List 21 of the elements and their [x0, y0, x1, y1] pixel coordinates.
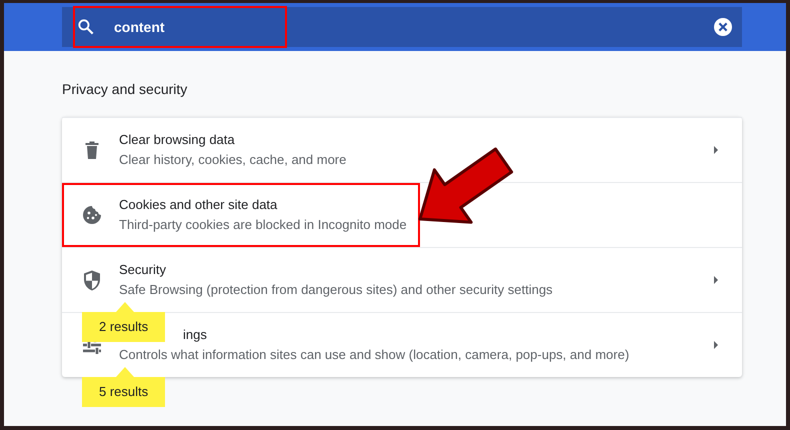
chevron-icon [714, 276, 718, 284]
row-subtitle: Safe Browsing (protection from dangerous sites) and other security settings [119, 281, 554, 299]
cookie-icon [82, 205, 102, 225]
row-subtitle: Third-party cookies are blocked in Incognito mode [119, 216, 408, 234]
row-title: ings [183, 326, 207, 344]
settings-row[interactable]: Cookies and other site data Third-party cookies are blocked in Incognito mode [62, 182, 742, 247]
row-title: Clear browsing data [119, 131, 236, 149]
row-title: Security [119, 261, 167, 279]
row-subtitle: Clear history, cookies, cache, and more [119, 151, 348, 169]
search-icon [76, 17, 96, 37]
clear-icon[interactable] [714, 18, 732, 36]
trash-icon [84, 140, 100, 160]
row-title: Cookies and other site data [119, 196, 278, 214]
search-field[interactable]: content [114, 16, 264, 38]
settings-row[interactable]: Security Safe Browsing (protection from dangerous sites) and other security settings [62, 247, 742, 312]
shield-icon [83, 270, 101, 290]
section-title: Privacy and security [62, 80, 188, 99]
settings-row[interactable]: Clear browsing data Clear history, cookies, cache, and more [62, 117, 742, 182]
chevron-icon [714, 341, 718, 349]
chevron-icon [714, 146, 718, 154]
row-subtitle: Controls what information sites can use and show (location, camera, pop-ups, and more) [119, 346, 630, 364]
